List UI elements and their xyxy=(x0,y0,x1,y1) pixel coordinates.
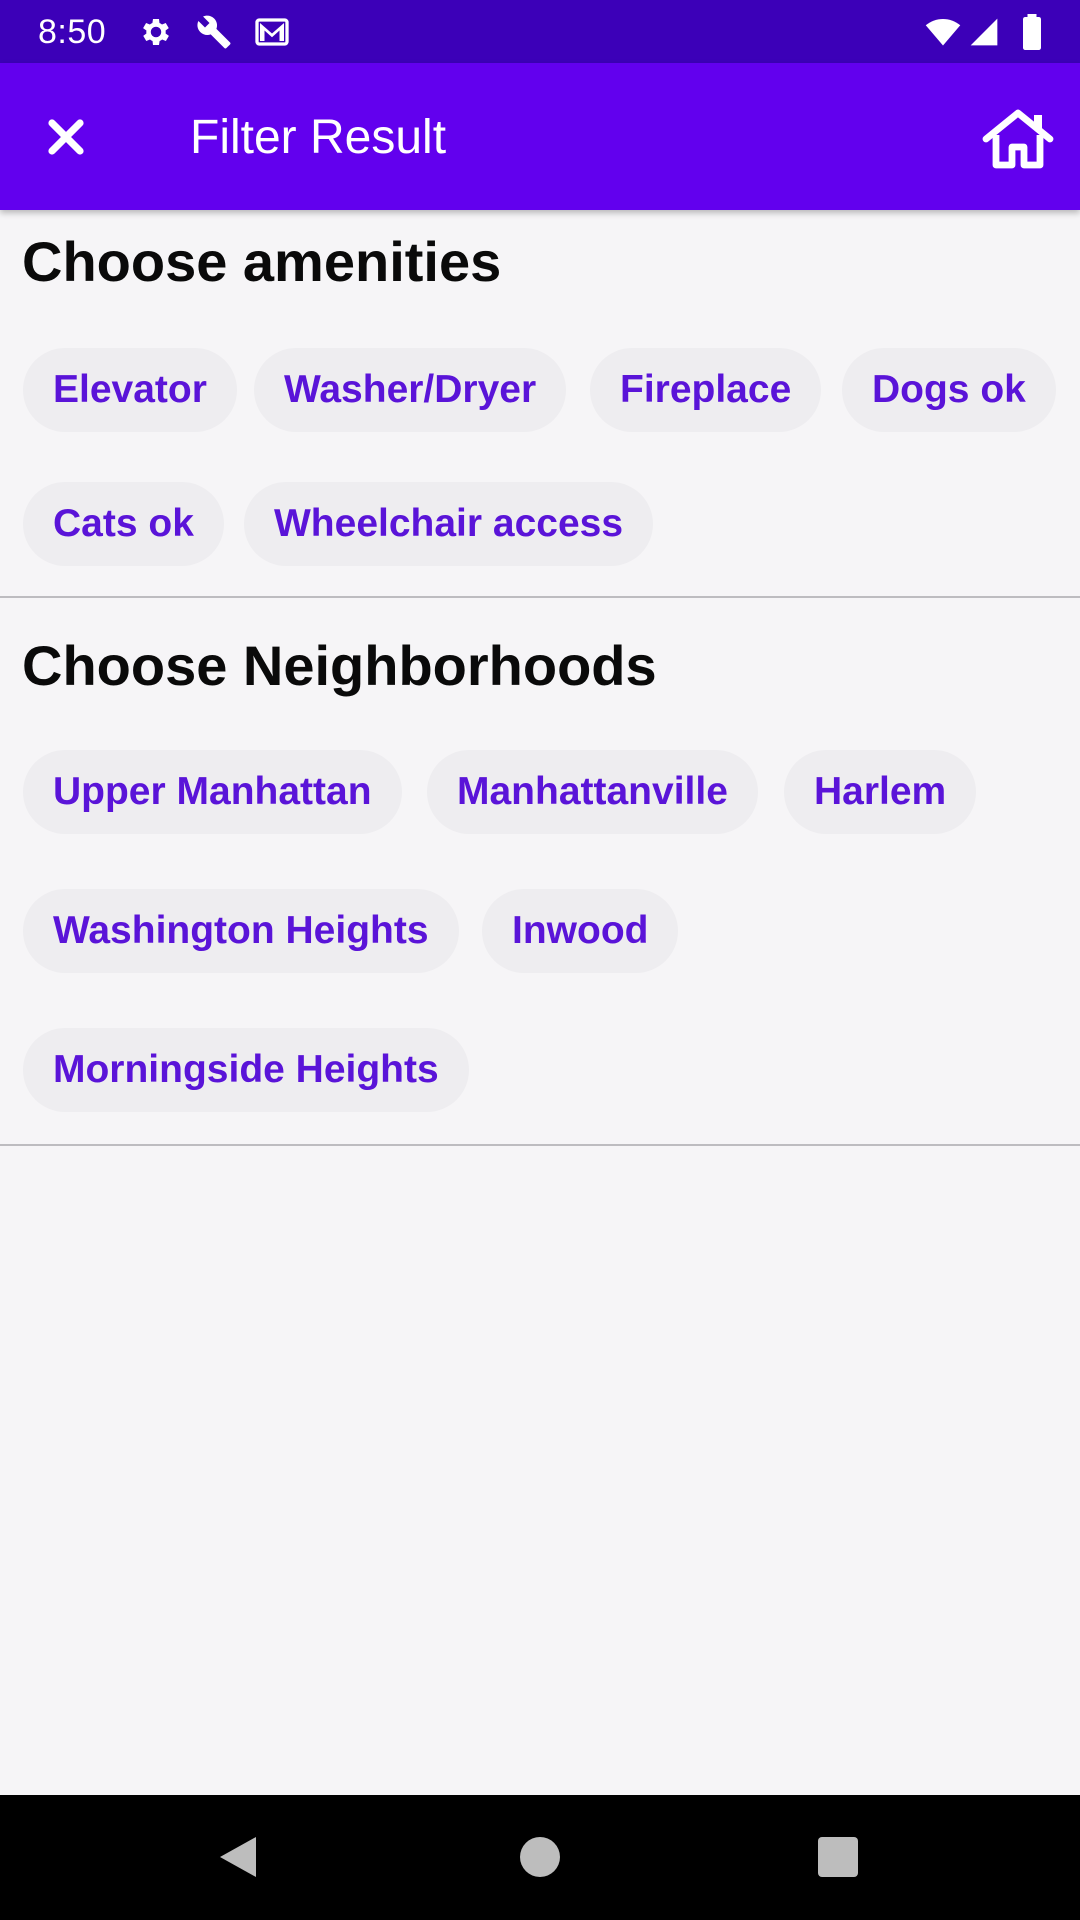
chip-washer-dryer[interactable]: Washer/Dryer xyxy=(254,348,567,432)
chip-washington-heights[interactable]: Washington Heights xyxy=(23,889,459,973)
page-title: Filter Result xyxy=(190,111,447,164)
close-icon xyxy=(48,119,84,155)
chip-fireplace[interactable]: Fireplace xyxy=(590,348,822,432)
section-divider-bottom xyxy=(0,1144,1080,1146)
gmail-icon xyxy=(255,18,289,46)
home-nav-button[interactable] xyxy=(508,1825,572,1889)
wrench-icon xyxy=(197,15,231,49)
neighborhoods-heading: Choose Neighborhoods xyxy=(22,634,657,697)
cell-signal-icon xyxy=(970,18,998,46)
home-circle-icon xyxy=(520,1837,560,1877)
chip-wheelchair-access[interactable]: Wheelchair access xyxy=(244,482,654,566)
neighborhoods-section: Choose Neighborhoods Upper Manhattan Man… xyxy=(0,598,1080,1144)
recents-button[interactable] xyxy=(806,1825,870,1889)
chip-cats-ok[interactable]: Cats ok xyxy=(23,482,224,566)
wifi-icon xyxy=(925,18,961,46)
amenities-heading: Choose amenities xyxy=(22,230,502,293)
close-button[interactable] xyxy=(34,105,98,169)
chip-inwood[interactable]: Inwood xyxy=(482,889,679,973)
back-button[interactable] xyxy=(206,1825,270,1889)
back-icon xyxy=(220,1837,256,1877)
status-bar: 8:50 xyxy=(0,0,1080,63)
chip-manhattanville[interactable]: Manhattanville xyxy=(427,750,758,834)
app-bar: Filter Result xyxy=(0,63,1080,210)
home-icon xyxy=(982,109,1054,169)
home-button[interactable] xyxy=(980,103,1056,173)
recents-icon xyxy=(818,1837,858,1877)
amenities-section: Choose amenities Elevator Washer/Dryer F… xyxy=(0,210,1080,596)
chip-elevator[interactable]: Elevator xyxy=(23,348,237,432)
chip-morningside-heights[interactable]: Morningside Heights xyxy=(23,1028,469,1112)
settings-gear-icon xyxy=(143,18,169,46)
chip-upper-manhattan[interactable]: Upper Manhattan xyxy=(23,750,402,834)
chip-harlem[interactable]: Harlem xyxy=(784,750,977,834)
status-time: 8:50 xyxy=(38,13,107,51)
system-nav-bar xyxy=(0,1795,1080,1920)
chip-dogs-ok[interactable]: Dogs ok xyxy=(842,348,1056,432)
battery-icon xyxy=(1023,14,1041,50)
